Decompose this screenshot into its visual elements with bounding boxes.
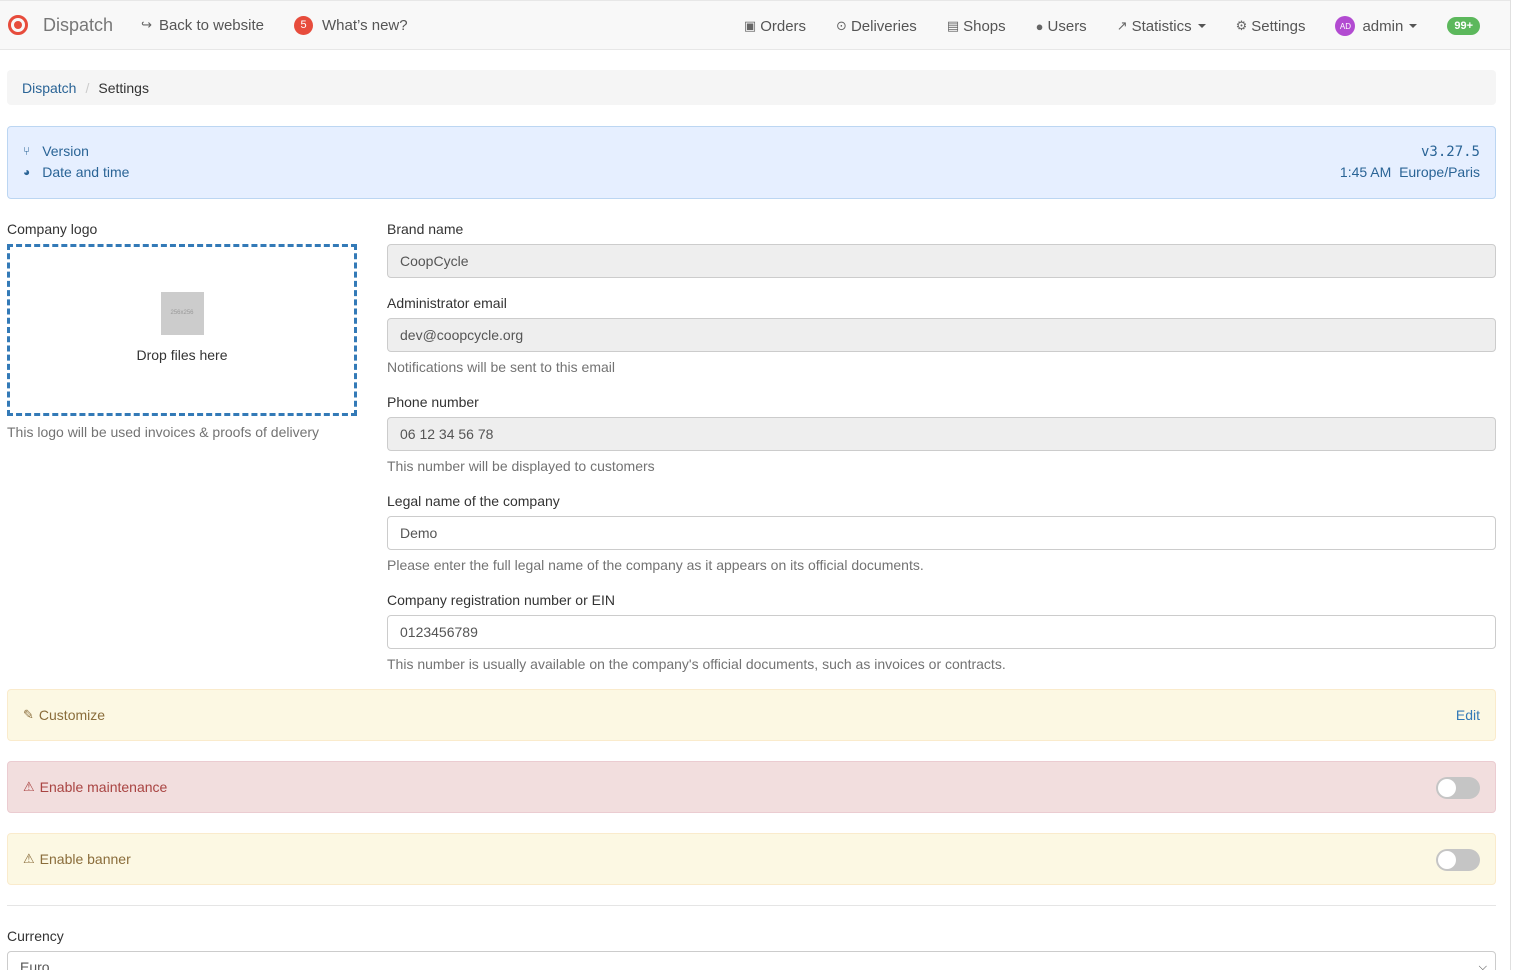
brand-name: Dispatch	[43, 14, 114, 35]
logo-thumbnail: 256x256	[160, 291, 204, 335]
dropzone-text: Drop files here	[136, 346, 228, 363]
brand-name-label: Brand name	[387, 221, 464, 237]
banner-panel: ⚠ Enable banner	[7, 833, 1496, 885]
nav-deliveries-label: Deliveries	[850, 17, 917, 35]
code-fork-icon: ⑂	[23, 144, 31, 158]
datetime-row: ◕ Date and time	[23, 164, 129, 180]
cube-icon: ▣	[743, 18, 757, 33]
paint-brush-icon: ✎	[23, 707, 34, 722]
version-info-box: ⑂ Version v3.27.5 ◕ Date and time 1:45 A…	[7, 126, 1496, 199]
back-to-website-link[interactable]: ↪ Back to website	[141, 1, 264, 49]
nav-users-label: Users	[1047, 17, 1087, 35]
nav-shops[interactable]: ▤ Shops	[947, 1, 1006, 51]
datetime-label: Date and time	[42, 164, 130, 180]
warning-icon: ⚠	[23, 779, 35, 794]
breadcrumb-dispatch-link[interactable]: Dispatch	[22, 80, 76, 96]
notifications-badge[interactable]: 99+	[1447, 17, 1480, 35]
nav-statistics-label: Statistics	[1131, 17, 1192, 35]
registration-number-help: This number is usually available on the …	[387, 656, 1006, 672]
brand[interactable]: Dispatch	[0, 1, 113, 49]
maintenance-label: Enable maintenance	[39, 779, 168, 795]
nav-orders-label: Orders	[760, 17, 807, 35]
legal-name-field[interactable]: Demo	[387, 516, 1496, 550]
phone-help: This number will be displayed to custome…	[387, 458, 655, 474]
section-divider	[7, 905, 1496, 906]
basket-icon: ▤	[946, 18, 960, 33]
nav-shops-label: Shops	[963, 17, 1006, 35]
breadcrumb-separator: /	[85, 79, 90, 96]
currency-select[interactable]: Euro ⌵	[7, 951, 1496, 970]
breadcrumb: Dispatch / Settings	[7, 70, 1496, 105]
top-navbar: Dispatch ↪ Back to website 5 What’s new?…	[0, 0, 1510, 50]
page-right-border	[1510, 0, 1511, 970]
time-value: 1:45 AM	[1339, 164, 1392, 180]
maintenance-panel: ⚠ Enable maintenance	[7, 761, 1496, 813]
whats-new-count-badge: 5	[294, 15, 313, 35]
nav-settings-label: Settings	[1251, 17, 1306, 35]
warning-icon: ⚠	[23, 851, 35, 866]
back-to-website-label: Back to website	[158, 16, 264, 34]
logo-dropzone[interactable]: 256x256 Drop files here	[7, 244, 357, 416]
breadcrumb-current: Settings	[98, 79, 149, 96]
user-menu[interactable]: AD admin	[1335, 1, 1418, 51]
caret-down-icon	[1197, 24, 1206, 28]
nav-settings[interactable]: ⚙ Settings	[1236, 1, 1306, 51]
sign-out-icon: ↪	[141, 17, 152, 32]
logo-help-text: This logo will be used invoices & proofs…	[7, 424, 320, 440]
version-value: v3.27.5	[1420, 144, 1480, 160]
legal-name-label: Legal name of the company	[387, 493, 560, 509]
customize-panel: ✎ Customize Edit	[7, 689, 1496, 741]
company-logo-label: Company logo	[7, 221, 98, 237]
caret-down-icon	[1409, 24, 1418, 28]
phone-label: Phone number	[387, 394, 479, 410]
phone-field[interactable]: 06 12 34 56 78	[387, 417, 1496, 451]
whats-new-label: What’s new?	[322, 16, 408, 34]
whats-new-link[interactable]: 5 What’s new?	[294, 1, 408, 49]
customize-edit-link[interactable]: Edit	[1456, 707, 1480, 723]
admin-email-label: Administrator email	[387, 295, 507, 311]
admin-email-help: Notifications will be sent to this email	[387, 359, 615, 375]
nav-statistics[interactable]: ↗ Statistics	[1117, 1, 1206, 51]
legal-name-help: Please enter the full legal name of the …	[387, 557, 924, 573]
chevron-down-icon: ⌵	[1478, 961, 1487, 970]
nav-users[interactable]: ● Users	[1036, 1, 1087, 51]
admin-email-field[interactable]: dev@coopcycle.org	[387, 318, 1496, 352]
bicycle-icon: ⊙	[836, 18, 847, 33]
user-name: admin	[1362, 17, 1404, 35]
customize-label: Customize	[38, 707, 106, 723]
coopcycle-logo-icon	[8, 15, 28, 35]
nav-deliveries[interactable]: ⊙ Deliveries	[836, 1, 917, 51]
timezone-value: Europe/Paris	[1399, 164, 1480, 180]
maintenance-toggle[interactable]	[1436, 777, 1480, 799]
nav-orders[interactable]: ▣ Orders	[744, 1, 806, 51]
registration-number-label: Company registration number or EIN	[387, 592, 615, 608]
datetime-value: 1:45 AM Europe/Paris	[1340, 164, 1480, 180]
line-chart-icon: ↗	[1116, 18, 1128, 33]
brand-name-field[interactable]: CoopCycle	[387, 244, 1496, 278]
banner-toggle[interactable]	[1436, 849, 1480, 871]
globe-icon: ◕	[23, 165, 31, 179]
user-icon: ●	[1035, 18, 1044, 34]
version-row: ⑂ Version	[23, 143, 89, 159]
gear-icon: ⚙	[1235, 18, 1248, 33]
currency-label: Currency	[7, 928, 64, 944]
currency-selected-value: Euro	[20, 959, 50, 970]
version-label: Version	[42, 143, 89, 159]
registration-number-field[interactable]: 0123456789	[387, 615, 1496, 649]
avatar: AD	[1335, 16, 1356, 36]
banner-label: Enable banner	[39, 851, 131, 867]
